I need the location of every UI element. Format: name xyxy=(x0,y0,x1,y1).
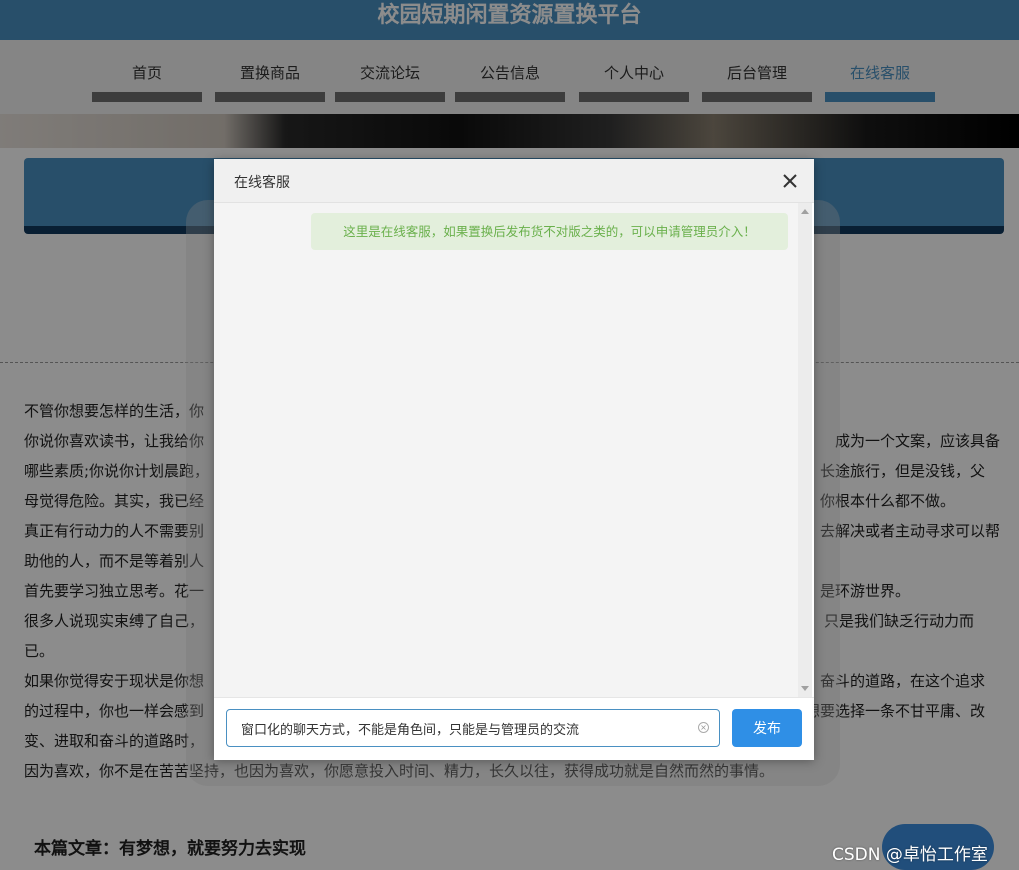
watermark: CSDN @卓怡工作室 xyxy=(832,845,988,865)
send-button[interactable]: 发布 xyxy=(732,709,802,747)
dialog-title: 在线客服 xyxy=(234,175,290,191)
chat-message-input[interactable] xyxy=(226,709,720,747)
clear-input-icon[interactable]: × xyxy=(698,722,709,733)
close-icon xyxy=(783,174,797,188)
message-scrollbar[interactable] xyxy=(798,203,812,697)
admin-message-bubble: 这里是在线客服，如果置换后发布货不对版之类的，可以申请管理员介入！ xyxy=(311,213,788,250)
dialog-header: 在线客服 xyxy=(214,159,814,203)
message-list[interactable]: 这里是在线客服，如果置换后发布货不对版之类的，可以申请管理员介入！ xyxy=(214,203,798,697)
scroll-up-arrow-icon[interactable] xyxy=(801,209,809,214)
message-composer: × 发布 xyxy=(214,697,814,760)
close-button[interactable] xyxy=(780,171,800,191)
scroll-down-arrow-icon[interactable] xyxy=(801,686,809,691)
support-chat-dialog: 在线客服 这里是在线客服，如果置换后发布货不对版之类的，可以申请管理员介入！ ×… xyxy=(214,159,814,760)
